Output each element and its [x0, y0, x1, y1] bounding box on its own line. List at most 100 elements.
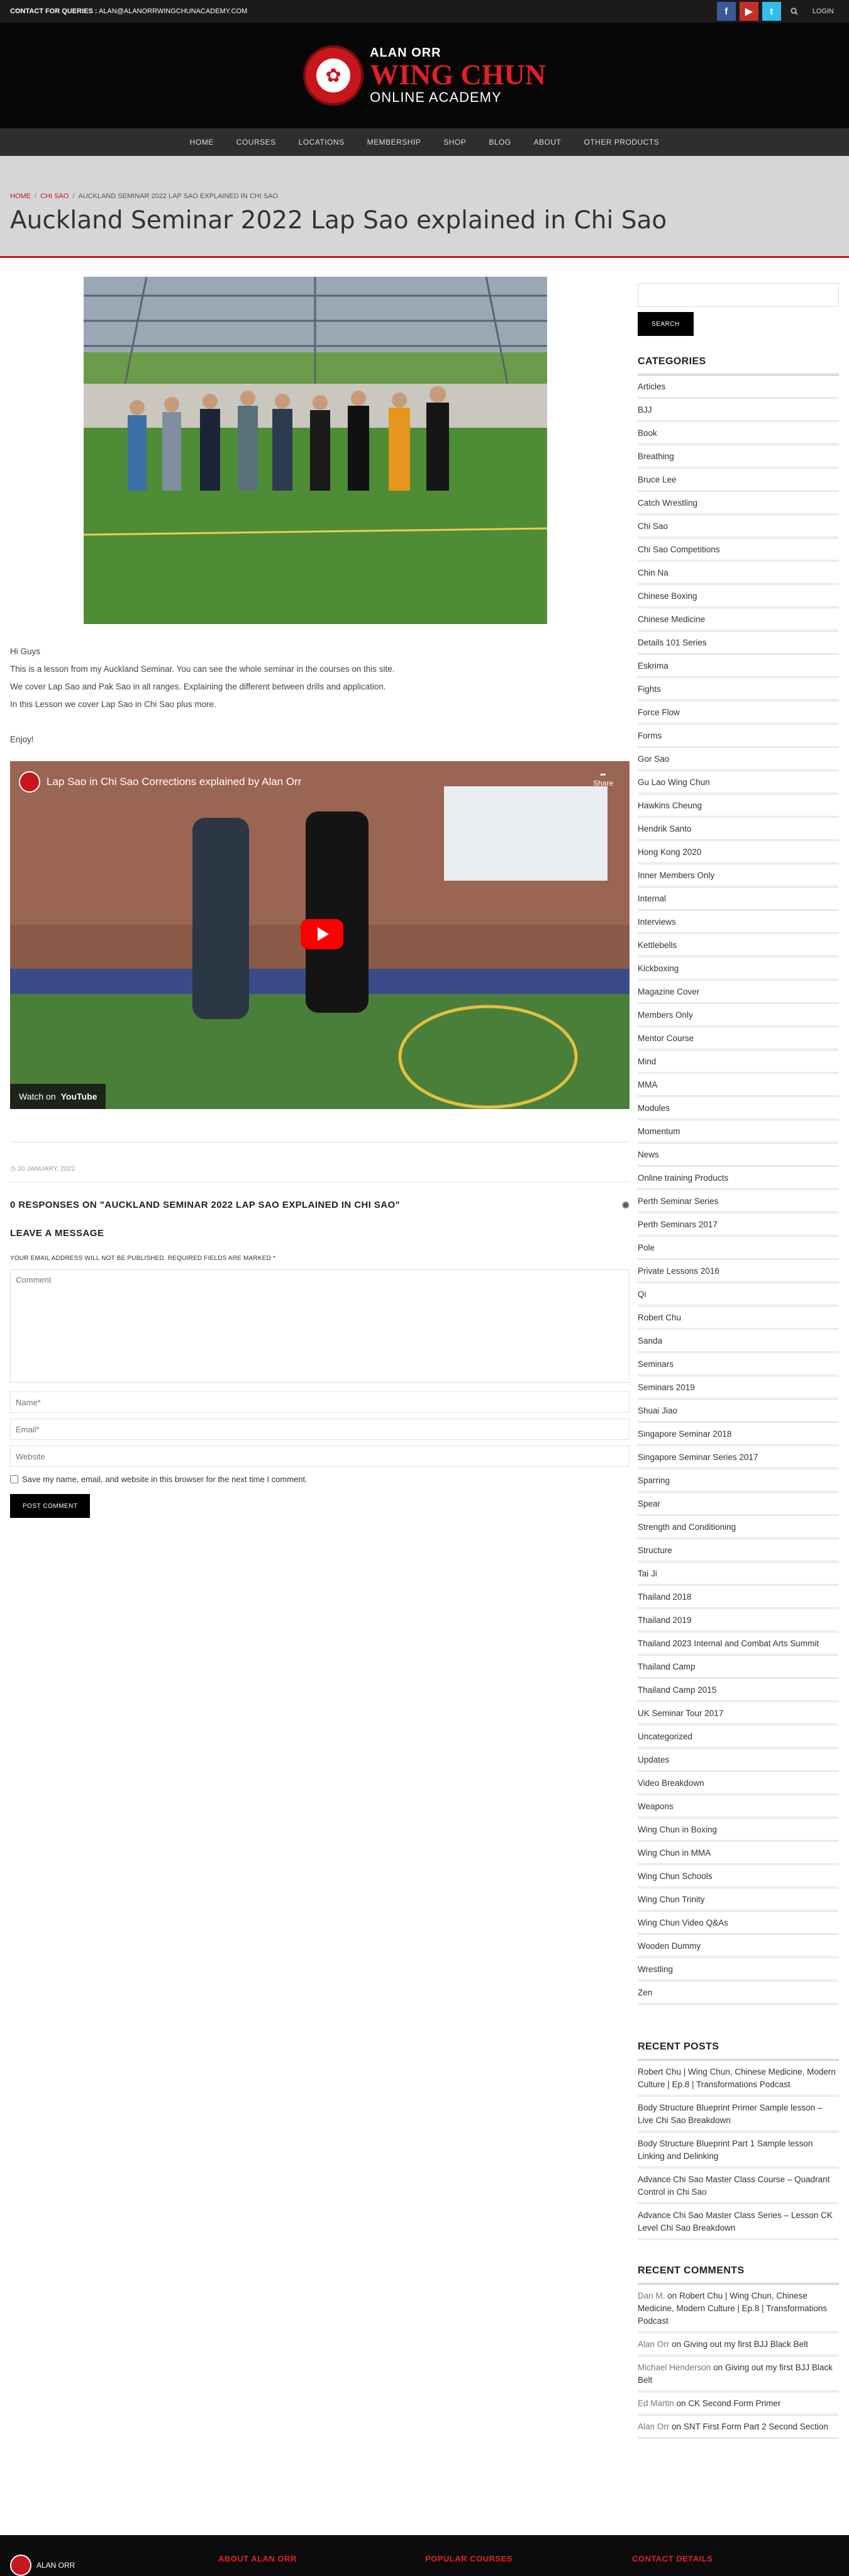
sidebar-search-input[interactable] — [638, 283, 839, 307]
save-info-checkbox[interactable] — [10, 1475, 18, 1483]
comment-post-link[interactable]: CK Second Form Primer — [688, 2399, 780, 2408]
watch-on-youtube[interactable]: Watch on YouTube — [10, 1084, 106, 1109]
nav-membership[interactable]: MEMBERSHIP — [356, 138, 433, 147]
category-item[interactable]: Structure — [638, 1539, 839, 1563]
category-item[interactable]: Chi Sao Competitions — [638, 538, 839, 562]
category-item[interactable]: Wing Chun Trinity — [638, 1888, 839, 1912]
category-item[interactable]: Thailand 2023 Internal and Combat Arts S… — [638, 1632, 839, 1656]
category-item[interactable]: Articles — [638, 376, 839, 399]
category-item[interactable]: Spear — [638, 1493, 839, 1516]
login-link[interactable]: LOGIN — [807, 8, 839, 15]
category-item[interactable]: Internal — [638, 888, 839, 911]
category-item[interactable]: Interviews — [638, 911, 839, 934]
category-item[interactable]: Gu Lao Wing Chun — [638, 771, 839, 795]
category-item[interactable]: Momentum — [638, 1120, 839, 1144]
category-item[interactable]: Shuai Jiao — [638, 1400, 839, 1423]
category-item[interactable]: Private Lessons 2016 — [638, 1260, 839, 1283]
category-item[interactable]: Updates — [638, 1749, 839, 1772]
category-item[interactable]: Zen — [638, 1982, 839, 2005]
category-item[interactable]: Wing Chun in MMA — [638, 1842, 839, 1865]
search-icon[interactable] — [785, 2, 804, 21]
category-item[interactable]: Perth Seminars 2017 — [638, 1213, 839, 1237]
category-item[interactable]: Chi Sao — [638, 515, 839, 538]
comment-post-link[interactable]: Robert Chu | Wing Chun, Chinese Medicine… — [638, 2291, 827, 2326]
category-item[interactable]: Mind — [638, 1051, 839, 1074]
nav-blog[interactable]: BLOG — [477, 138, 522, 147]
category-item[interactable]: Wing Chun Video Q&As — [638, 1912, 839, 1935]
category-item[interactable]: Sparring — [638, 1469, 839, 1493]
recent-post-link[interactable]: Body Structure Blueprint Primer Sample l… — [638, 2097, 839, 2133]
category-item[interactable]: Seminars 2019 — [638, 1376, 839, 1400]
category-item[interactable]: Book — [638, 422, 839, 445]
category-item[interactable]: Gor Sao — [638, 748, 839, 771]
breadcrumb-category[interactable]: CHI SAO — [40, 192, 69, 200]
category-item[interactable]: Strength and Conditioning — [638, 1516, 839, 1539]
comment-post-link[interactable]: Giving out my first BJJ Black Belt — [684, 2339, 808, 2349]
channel-avatar[interactable] — [19, 771, 40, 793]
website-field[interactable] — [10, 1446, 630, 1467]
save-info[interactable]: Save my name, email, and website in this… — [10, 1475, 630, 1484]
category-item[interactable]: Thailand 2019 — [638, 1609, 839, 1632]
category-item[interactable]: Hong Kong 2020 — [638, 841, 839, 864]
category-item[interactable]: Force Flow — [638, 701, 839, 725]
category-item[interactable]: Seminars — [638, 1353, 839, 1376]
category-item[interactable]: Weapons — [638, 1795, 839, 1819]
category-item[interactable]: Perth Seminar Series — [638, 1190, 839, 1213]
recent-post-link[interactable]: Robert Chu | Wing Chun, Chinese Medicine… — [638, 2061, 839, 2097]
category-item[interactable]: Hawkins Cheung — [638, 795, 839, 818]
recent-post-link[interactable]: Advance Chi Sao Master Class Series – Le… — [638, 2204, 839, 2240]
category-item[interactable]: Wing Chun in Boxing — [638, 1819, 839, 1842]
category-item[interactable]: Inner Members Only — [638, 864, 839, 888]
facebook-icon[interactable]: f — [716, 2, 736, 21]
category-item[interactable]: Wrestling — [638, 1958, 839, 1982]
site-logo[interactable]: ✿ ALAN ORR WING CHUN ONLINE ACADEMY — [303, 45, 546, 106]
category-item[interactable]: Singapore Seminar 2018 — [638, 1423, 839, 1446]
category-item[interactable]: Kickboxing — [638, 957, 839, 981]
category-item[interactable]: Chinese Boxing — [638, 585, 839, 608]
category-item[interactable]: Magazine Cover — [638, 981, 839, 1004]
nav-home[interactable]: HOME — [179, 138, 225, 147]
category-item[interactable]: Wing Chun Schools — [638, 1865, 839, 1888]
category-item[interactable]: Thailand 2018 — [638, 1586, 839, 1609]
category-item[interactable]: Chin Na — [638, 562, 839, 585]
nav-locations[interactable]: LOCATIONS — [287, 138, 356, 147]
category-item[interactable]: Eskrima — [638, 655, 839, 678]
recent-post-link[interactable]: Advance Chi Sao Master Class Course – Qu… — [638, 2168, 839, 2204]
breadcrumb-home[interactable]: HOME — [10, 192, 31, 200]
share-button[interactable]: ➦ Share — [593, 770, 613, 788]
category-item[interactable]: Mentor Course — [638, 1027, 839, 1051]
contact-email[interactable]: ALAN@ALANORRWINGCHUNACADEMY.COM — [99, 8, 247, 15]
play-button[interactable] — [301, 919, 343, 949]
video-title[interactable]: Lap Sao in Chi Sao Corrections explained… — [19, 771, 301, 793]
category-item[interactable]: Video Breakdown — [638, 1772, 839, 1795]
category-item[interactable]: Sanda — [638, 1330, 839, 1353]
category-item[interactable]: Thailand Camp — [638, 1656, 839, 1679]
category-item[interactable]: Online training Products — [638, 1167, 839, 1190]
nav-about[interactable]: ABOUT — [523, 138, 573, 147]
category-item[interactable]: Thailand Camp 2015 — [638, 1679, 839, 1702]
category-item[interactable]: Tai Ji — [638, 1563, 839, 1586]
recent-post-link[interactable]: Body Structure Blueprint Part 1 Sample l… — [638, 2133, 839, 2168]
category-item[interactable]: BJJ — [638, 399, 839, 422]
email-field[interactable] — [10, 1419, 630, 1440]
category-item[interactable]: Fights — [638, 678, 839, 701]
youtube-video-embed[interactable]: Lap Sao in Chi Sao Corrections explained… — [10, 761, 630, 1109]
rss-icon[interactable]: ◉ — [622, 1200, 630, 1210]
category-item[interactable]: Kettlebells — [638, 934, 839, 957]
sidebar-search-button[interactable]: SEARCH — [638, 312, 694, 336]
category-item[interactable]: Breathing — [638, 445, 839, 469]
category-item[interactable]: UK Seminar Tour 2017 — [638, 1702, 839, 1726]
category-item[interactable]: News — [638, 1144, 839, 1167]
category-item[interactable]: Singapore Seminar Series 2017 — [638, 1446, 839, 1469]
nav-other-products[interactable]: OTHER PRODUCTS — [573, 138, 671, 147]
category-item[interactable]: Wooden Dummy — [638, 1935, 839, 1958]
category-item[interactable]: Robert Chu — [638, 1307, 839, 1330]
youtube-icon[interactable]: ▶ — [739, 2, 758, 21]
nav-shop[interactable]: SHOP — [432, 138, 477, 147]
category-item[interactable]: Modules — [638, 1097, 839, 1120]
category-item[interactable]: Chinese Medicine — [638, 608, 839, 632]
twitter-icon[interactable]: t — [762, 2, 781, 21]
category-item[interactable]: Bruce Lee — [638, 469, 839, 492]
name-field[interactable] — [10, 1391, 630, 1413]
category-item[interactable]: Qi — [638, 1283, 839, 1307]
